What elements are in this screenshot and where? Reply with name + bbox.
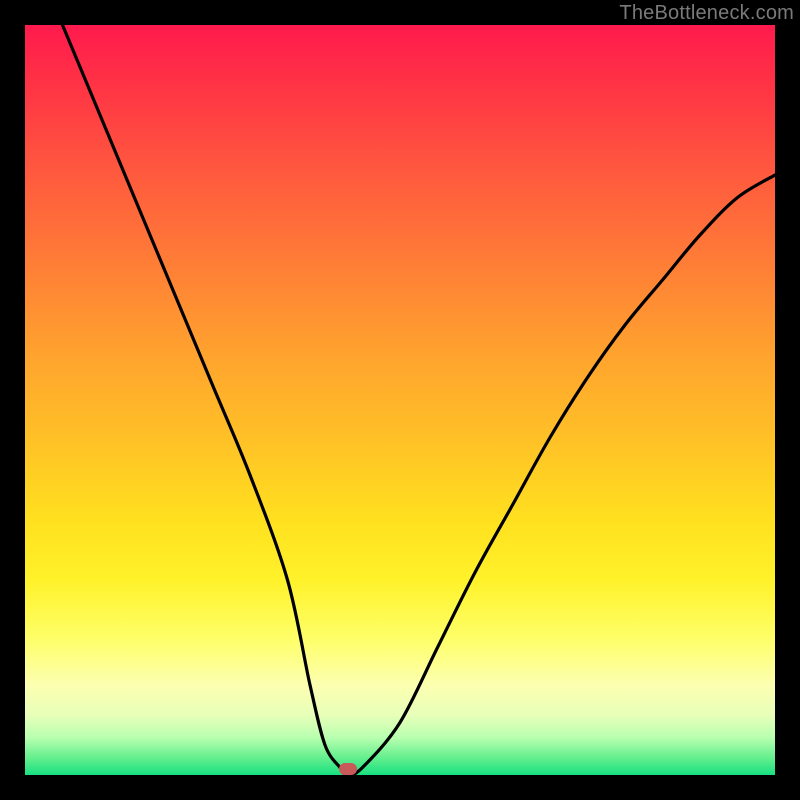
- bottleneck-curve: [25, 25, 775, 775]
- watermark-text: TheBottleneck.com: [619, 2, 794, 25]
- chart-frame: TheBottleneck.com: [0, 0, 800, 800]
- plot-area: [25, 25, 775, 775]
- curve-path: [63, 25, 776, 775]
- optimum-marker: [339, 763, 357, 775]
